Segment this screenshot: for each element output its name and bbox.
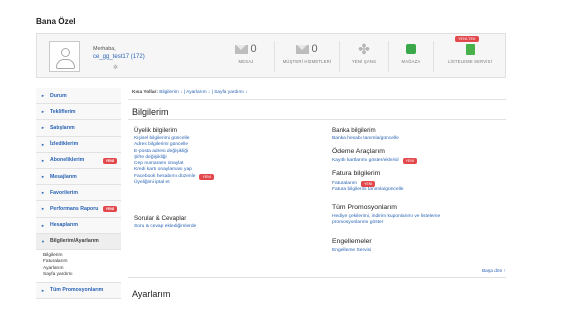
envelope-icon [235, 44, 249, 54]
sidebar-item-tum-promosyonlarim[interactable]: ► Tüm Promosyonlarım [36, 282, 121, 299]
odeme-links: Kayıtlı kartlarımı göster/ekle/sil YENİ [332, 158, 417, 165]
arrow-right-icon: ► [41, 93, 45, 99]
new-badge: YENİ-TEK [455, 36, 479, 42]
breadcrumb: Kısa Yollar: Bilgilerim ↓ | Ayarlarım ↓ … [132, 90, 248, 95]
store-stat[interactable]: MAĞAZA [389, 39, 433, 75]
avatar[interactable] [49, 41, 80, 72]
link-banka-hesabi[interactable]: Banka hesabı tanımla/güncelle [332, 136, 399, 142]
sidebar-item-favorilerim[interactable]: ► Favorilerim [36, 185, 121, 202]
link-uyelik-iptal[interactable]: Üyeliğimi iptal et [134, 180, 214, 186]
arrow-right-icon: ► [41, 109, 45, 115]
messages-stat[interactable]: 0 MESAJ [218, 39, 274, 75]
new-badge: YENİ [102, 157, 117, 164]
group-title-odeme: Ödeme Araçlarım [332, 148, 385, 155]
section-title-ayarlarim: Ayarlarım [132, 289, 171, 299]
new-badge: YENİ [199, 173, 214, 180]
messages-count: 0 [250, 43, 257, 55]
arrow-right-icon: ► [41, 174, 45, 180]
link-soru-cevap[interactable]: Soru & cevap eklediğimlerde [134, 224, 196, 230]
arrow-down-icon: ▼ [41, 238, 45, 244]
sidebar-item-performans-raporu[interactable]: ► Performans Raporu YENİ [36, 201, 121, 218]
sidebar: ► Durum ► Tekliflerim ► Satışlarım ► İzledik… [36, 88, 121, 299]
username-link[interactable]: ce_gg_test17 (172) [93, 54, 145, 60]
store-icon [406, 44, 416, 54]
group-title-soru-cevap: Sorular & Cevaplar [134, 215, 187, 222]
new-chance-stat[interactable]: ✤ YENİ ŞANS [340, 39, 388, 75]
breadcrumb-links[interactable]: Bilgilerim ↓ | Ayarlarım ↓ | Sayfa yardı… [159, 90, 247, 95]
sidebar-item-mesajlarim[interactable]: ► Mesajlarım [36, 168, 121, 186]
soru-links: Soru & cevap eklediğimlerde [134, 224, 196, 230]
greeting-text: Merhaba, [93, 46, 116, 52]
submenu-item-sayfa-yardimi[interactable]: Sayfa yardımı [43, 272, 121, 278]
arrow-right-icon: ► [41, 222, 45, 228]
sidebar-item-hesaplarim[interactable]: ► Hesaplarım [36, 217, 121, 234]
group-title-promosyon: Tüm Promosyonlarım [332, 204, 397, 211]
listing-service-stat[interactable]: YENİ-TEK LİSTELEME SERVİSİ [435, 36, 505, 75]
profile-header: Merhaba, ce_gg_test17 (172) ✲ 0 MESAJ 0 … [36, 33, 506, 78]
arrow-right-icon: ► [41, 206, 45, 212]
section-title-bilgilerim: Bilgilerim [132, 107, 169, 117]
sidebar-item-izlediklerim[interactable]: ► İzlediklerim [36, 136, 121, 153]
arrow-right-icon: ► [41, 157, 45, 163]
star-icon: ✲ [113, 65, 119, 71]
sidebar-item-satislarim[interactable]: ► Satışlarım [36, 120, 121, 137]
sidebar-item-aboneliklerim[interactable]: ► Aboneliklerim YENİ [36, 152, 121, 169]
breadcrumb-prefix: Kısa Yollar: [132, 90, 158, 95]
customer-service-stat[interactable]: 0 MÜŞTERİ HİZMETLERİ [275, 39, 339, 75]
group-title-engellemeler: Engellemeler [332, 238, 372, 245]
group-title-fatura: Fatura bilgilerim [332, 170, 381, 177]
fatura-links: Faturalarım YENİ Fatura bilgilerini tanım… [332, 181, 404, 194]
link-kayitli-kartlar[interactable]: Kayıtlı kartlarımı göster/ekle/sil YENİ [332, 158, 417, 165]
engel-links: Engelleme Servisi [332, 248, 371, 254]
link-promosyonlar[interactable]: promosyonlarımı göster [332, 220, 440, 226]
page-title: Bana Özel [36, 17, 76, 26]
customer-service-label: MÜŞTERİ HİZMETLERİ [282, 59, 332, 64]
back-to-top-link[interactable]: Başa dön ↑ [482, 269, 506, 274]
arrow-right-icon: ► [41, 125, 45, 131]
promosyon-links: Hediye çekilerimi, indirim kuponlarımı v… [332, 214, 440, 227]
banka-links: Banka hesabı tanımla/güncelle [332, 136, 399, 142]
link-engelleme-servisi[interactable]: Engelleme Servisi [332, 248, 371, 254]
envelope-icon [296, 44, 310, 54]
arrow-right-icon: ► [41, 190, 45, 196]
group-title-uyelik: Üyelik bilgilerim [134, 127, 177, 134]
new-badge: YENİ [102, 206, 117, 213]
clover-icon: ✤ [358, 41, 370, 57]
sidebar-item-tekliflerim[interactable]: ► Tekliflerim [36, 104, 121, 121]
link-fatura-bilgileri[interactable]: Fatura bilgilerini tanımla/güncelle [332, 187, 404, 193]
group-title-banka: Banka bilgilerim [332, 127, 376, 134]
arrow-right-icon: ► [41, 141, 45, 147]
store-label: MAĞAZA [401, 59, 421, 64]
sidebar-item-durum[interactable]: ► Durum [36, 88, 121, 105]
sidebar-submenu: Bilgilerim Faturalarım Ayarlarım Sayfa y… [36, 249, 121, 283]
uyelik-links: Kişisel bilgilerimi güncelle Adres bilgi… [134, 136, 214, 186]
sidebar-item-bilgilerim-ayarlarim[interactable]: ▼ Bilgilerim/Ayarlarım [36, 233, 121, 250]
customer-service-count: 0 [311, 43, 318, 55]
messages-label: MESAJ [238, 59, 254, 64]
new-badge: YENİ [402, 158, 417, 165]
listing-service-label: LİSTELEME SERVİSİ [447, 59, 493, 64]
new-chance-label: YENİ ŞANS [351, 59, 377, 64]
document-icon [465, 43, 475, 55]
arrow-right-icon: ► [41, 287, 45, 293]
